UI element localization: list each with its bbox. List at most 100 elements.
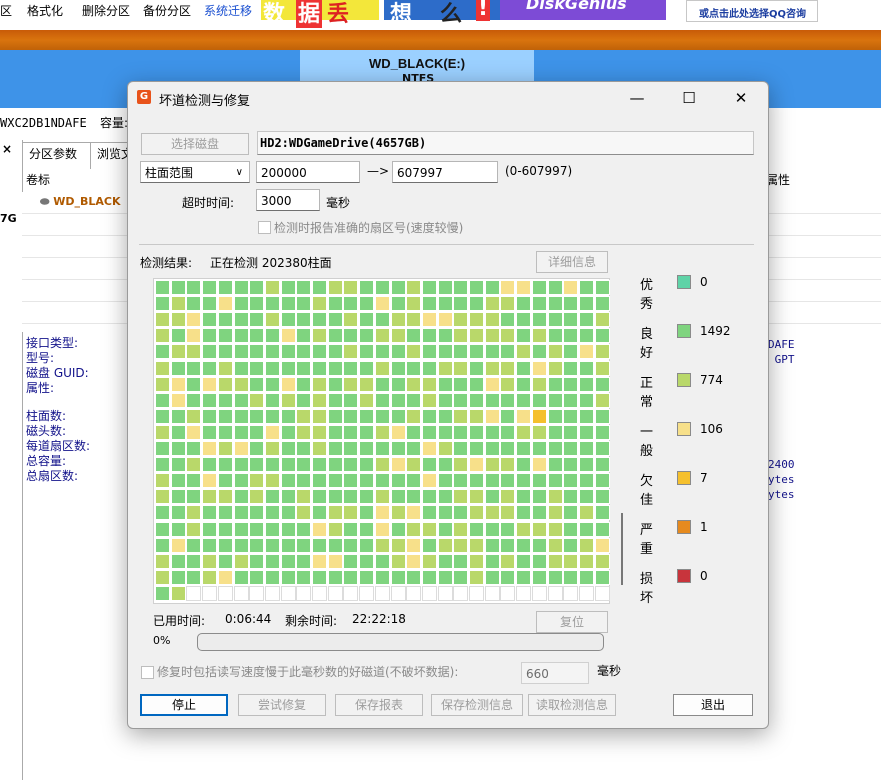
sector-cell [453, 521, 469, 537]
sector-cell [531, 392, 547, 408]
sector-cell [390, 457, 406, 473]
sector-cell [312, 441, 327, 456]
sector-cell [343, 280, 359, 295]
sector-cell [170, 441, 186, 456]
sector-cell [155, 376, 170, 392]
scrollbar[interactable] [621, 513, 623, 585]
ad-banner-1[interactable]: 数 据 丢 [261, 0, 379, 28]
sector-cell [280, 473, 296, 489]
dialog-titlebar[interactable]: G 坏道检测与修复 — ☐ ✕ [128, 82, 768, 114]
select-disk-button[interactable]: 选择磁盘 [141, 133, 249, 155]
sector-cell [217, 280, 233, 295]
timeout-input[interactable]: 3000 [256, 189, 320, 211]
toolbar-item-system-migration[interactable]: 系统迁移 [204, 2, 252, 19]
sector-cell [312, 392, 327, 408]
volume-row[interactable]: ⬬ WD_BLACK [40, 195, 121, 209]
stop-button[interactable]: 停止 [140, 694, 228, 716]
sector-cell [594, 585, 610, 601]
sector-cell [359, 441, 375, 456]
toolbar-item-backup-partition[interactable]: 备份分区 [143, 2, 191, 19]
legend-label: 一般 [640, 425, 654, 459]
range-end-input[interactable]: 607997 [392, 161, 498, 183]
sector-cell [170, 296, 186, 312]
sector-cell [547, 296, 563, 312]
sector-cell [155, 585, 170, 601]
sector-cell [547, 585, 563, 601]
sector-cell [469, 280, 484, 295]
accurate-sector-checkbox[interactable] [258, 221, 271, 234]
sector-cell [296, 585, 312, 601]
ad-banner-qq[interactable]: 或点击此处选择QQ咨询 [686, 0, 818, 22]
sector-cell [170, 537, 186, 553]
sector-cell [594, 457, 610, 473]
sector-cell [469, 537, 484, 553]
range-type-select[interactable]: 柱面范围 ∨ [140, 161, 250, 183]
sector-cell [563, 585, 579, 601]
sector-cell [170, 569, 186, 585]
legend-count: 7 [700, 471, 708, 485]
sector-cell [484, 296, 500, 312]
sector-cell [406, 312, 422, 328]
exit-button[interactable]: 退出 [673, 694, 753, 716]
sector-cell [516, 376, 532, 392]
sector-cell [516, 489, 532, 505]
sector-cell [594, 521, 610, 537]
sector-cell [531, 521, 547, 537]
toolbar-item-partition[interactable]: 区 [0, 2, 12, 19]
ad-banner-2[interactable]: 想 么 ! [384, 0, 500, 27]
sector-cell [390, 537, 406, 553]
save-report-button[interactable]: 保存报表 [335, 694, 423, 716]
sector-cell [563, 441, 579, 456]
sector-cell [343, 376, 359, 392]
reset-button[interactable]: 复位 [536, 611, 608, 633]
close-button[interactable]: ✕ [718, 82, 764, 114]
tab-partition-params[interactable]: 分区参数 [22, 142, 92, 169]
sector-cell [516, 585, 532, 601]
save-check-info-button[interactable]: 保存检测信息 [431, 694, 523, 716]
sector-cell [374, 328, 390, 344]
sector-cell [563, 424, 579, 440]
sector-cell [359, 457, 375, 473]
toolbar-item-format[interactable]: 格式化 [27, 2, 63, 19]
sector-cell [421, 376, 437, 392]
legend-label: 欠佳 [640, 474, 654, 508]
sector-cell [202, 376, 218, 392]
sector-cell [264, 489, 280, 505]
sector-cell [469, 521, 484, 537]
sector-cell [359, 424, 375, 440]
sector-cell [516, 280, 532, 295]
repair-ms-input[interactable]: 660 [521, 662, 589, 684]
sector-cell [594, 376, 610, 392]
sector-cell [469, 441, 484, 456]
sector-cell [437, 521, 453, 537]
load-check-info-button[interactable]: 读取检测信息 [528, 694, 616, 716]
toolbar-item-delete-partition[interactable]: 删除分区 [82, 2, 130, 19]
close-icon[interactable]: × [2, 142, 12, 156]
sector-cell [155, 312, 170, 328]
sector-cell [186, 457, 202, 473]
repair-slow-checkbox[interactable] [141, 666, 154, 679]
sector-cell [233, 553, 249, 569]
maximize-button[interactable]: ☐ [666, 82, 712, 114]
sector-cell [202, 424, 218, 440]
try-repair-button[interactable]: 尝试修复 [238, 694, 326, 716]
minimize-button[interactable]: — [614, 82, 660, 114]
range-start-input[interactable]: 200000 [256, 161, 360, 183]
sector-cell [469, 344, 484, 360]
sector-cell [390, 312, 406, 328]
sector-cell [563, 473, 579, 489]
sector-cell [500, 392, 516, 408]
ad-text: DiskGenius [526, 0, 627, 13]
sector-cell [217, 424, 233, 440]
sector-cell [186, 441, 202, 456]
sector-cell [453, 441, 469, 456]
sector-cell [516, 457, 532, 473]
detail-info-button[interactable]: 详细信息 [536, 251, 608, 273]
ad-banner-diskgenius[interactable]: DiskGenius [500, 0, 666, 20]
sector-cell [233, 537, 249, 553]
sector-cell [264, 360, 280, 376]
sector-cell [296, 569, 312, 585]
legend-label: 严重 [640, 523, 654, 557]
sector-cell [249, 521, 265, 537]
sector-cell [312, 553, 327, 569]
